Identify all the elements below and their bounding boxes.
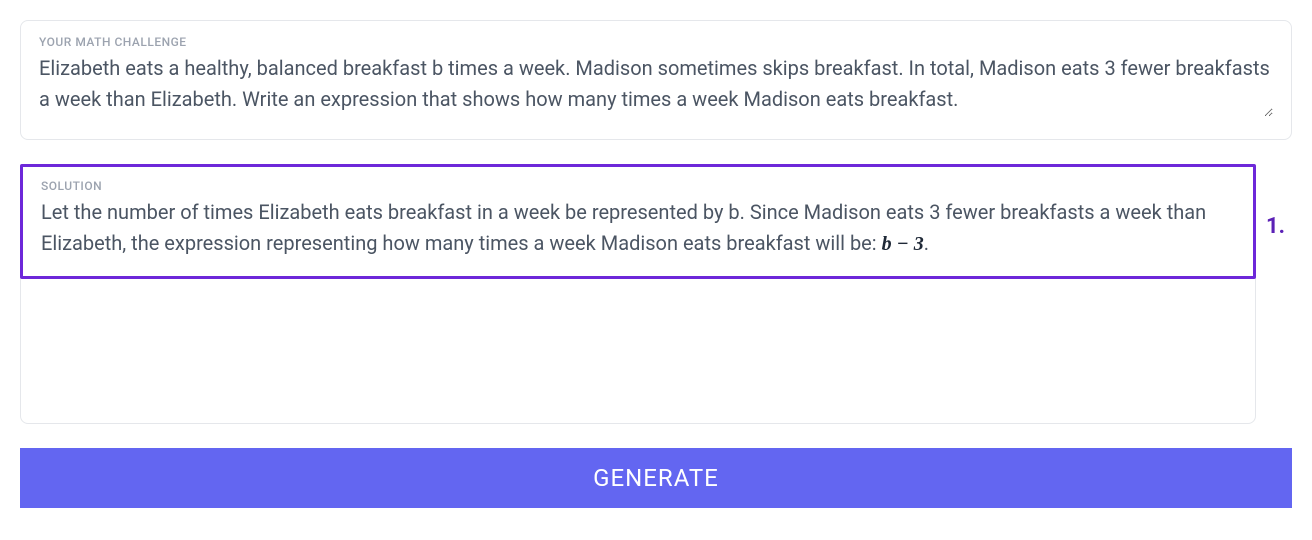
math-expression: b − 3 xyxy=(882,233,924,255)
annotation-number: 1. xyxy=(1266,214,1292,239)
solution-wrapper: SOLUTION Let the number of times Elizabe… xyxy=(20,164,1292,424)
solution-text-part1: Let the number of times Elizabeth eats b… xyxy=(41,200,1206,255)
solution-text: Let the number of times Elizabeth eats b… xyxy=(41,197,1235,260)
challenge-label: YOUR MATH CHALLENGE xyxy=(39,35,1273,49)
solution-text-part2: . xyxy=(924,231,929,255)
challenge-textarea[interactable] xyxy=(39,53,1273,117)
solution-label: SOLUTION xyxy=(41,179,1235,193)
main-container: YOUR MATH CHALLENGE SOLUTION Let the num… xyxy=(20,20,1292,508)
solution-highlight-box: SOLUTION Let the number of times Elizabe… xyxy=(20,164,1256,279)
generate-button[interactable]: GENERATE xyxy=(20,448,1292,508)
challenge-card: YOUR MATH CHALLENGE xyxy=(20,20,1292,140)
solution-card: SOLUTION Let the number of times Elizabe… xyxy=(20,164,1256,424)
